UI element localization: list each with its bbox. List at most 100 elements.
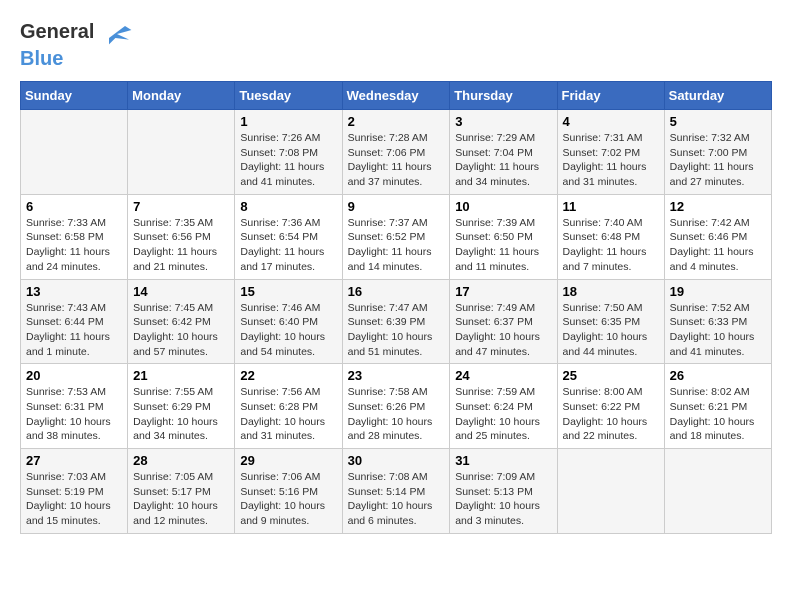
week-row-4: 20 Sunrise: 7:53 AM Sunset: 6:31 PM Dayli… xyxy=(21,364,772,449)
calendar-cell: 2 Sunrise: 7:28 AM Sunset: 7:06 PM Daylig… xyxy=(342,110,450,195)
day-number: 15 xyxy=(240,284,336,299)
calendar-cell: 25Sunrise: 8:00 AM Sunset: 6:22 PM Dayli… xyxy=(557,364,664,449)
day-info: Sunrise: 7:47 AM Sunset: 6:39 PM Dayligh… xyxy=(348,301,445,360)
day-info: Sunrise: 7:46 AM Sunset: 6:40 PM Dayligh… xyxy=(240,301,336,360)
day-header-saturday: Saturday xyxy=(664,82,771,110)
day-info: Sunrise: 7:50 AM Sunset: 6:35 PM Dayligh… xyxy=(563,301,659,360)
calendar-cell xyxy=(664,449,771,534)
day-info: Sunrise: 7:37 AM Sunset: 6:52 PM Dayligh… xyxy=(348,216,445,275)
day-number: 6 xyxy=(26,199,122,214)
calendar-cell xyxy=(21,110,128,195)
calendar-cell: 30 Sunrise: 7:08 AM Sunset: 5:14 PM Dayli… xyxy=(342,449,450,534)
day-info: Sunrise: 7:35 AM Sunset: 6:56 PM Dayligh… xyxy=(133,216,229,275)
day-number: 31 xyxy=(455,453,551,468)
calendar-cell: 9 Sunrise: 7:37 AM Sunset: 6:52 PM Daylig… xyxy=(342,194,450,279)
calendar-cell: 12 Sunrise: 7:42 AM Sunset: 6:46 PM Dayli… xyxy=(664,194,771,279)
day-info: Sunrise: 7:59 AM Sunset: 6:24 PM Dayligh… xyxy=(455,385,551,444)
day-number: 7 xyxy=(133,199,229,214)
calendar-cell: 31 Sunrise: 7:09 AM Sunset: 5:13 PM Dayli… xyxy=(450,449,557,534)
day-header-friday: Friday xyxy=(557,82,664,110)
day-number: 9 xyxy=(348,199,445,214)
day-info: Sunrise: 7:09 AM Sunset: 5:13 PM Dayligh… xyxy=(455,470,551,529)
day-header-sunday: Sunday xyxy=(21,82,128,110)
day-info: Sunrise: 7:56 AM Sunset: 6:28 PM Dayligh… xyxy=(240,385,336,444)
day-number: 2 xyxy=(348,114,445,129)
calendar-cell: 6Sunrise: 7:33 AM Sunset: 6:58 PM Daylig… xyxy=(21,194,128,279)
calendar-cell: 1 Sunrise: 7:26 AM Sunset: 7:08 PM Daylig… xyxy=(235,110,342,195)
day-number: 14 xyxy=(133,284,229,299)
calendar-cell: 19Sunrise: 7:52 AM Sunset: 6:33 PM Dayli… xyxy=(664,279,771,364)
calendar-cell: 18 Sunrise: 7:50 AM Sunset: 6:35 PM Dayli… xyxy=(557,279,664,364)
day-number: 1 xyxy=(240,114,336,129)
calendar-cell: 27 Sunrise: 7:03 AM Sunset: 5:19 PM Dayli… xyxy=(21,449,128,534)
day-info: Sunrise: 7:45 AM Sunset: 6:42 PM Dayligh… xyxy=(133,301,229,360)
day-info: Sunrise: 7:52 AM Sunset: 6:33 PM Dayligh… xyxy=(670,301,766,360)
day-info: Sunrise: 7:58 AM Sunset: 6:26 PM Dayligh… xyxy=(348,385,445,444)
day-info: Sunrise: 8:02 AM Sunset: 6:21 PM Dayligh… xyxy=(670,385,766,444)
calendar-cell xyxy=(128,110,235,195)
day-number: 18 xyxy=(563,284,659,299)
day-header-tuesday: Tuesday xyxy=(235,82,342,110)
calendar-cell: 17 Sunrise: 7:49 AM Sunset: 6:37 PM Dayli… xyxy=(450,279,557,364)
calendar-cell: 15 Sunrise: 7:46 AM Sunset: 6:40 PM Dayli… xyxy=(235,279,342,364)
calendar-cell: 23 Sunrise: 7:58 AM Sunset: 6:26 PM Dayli… xyxy=(342,364,450,449)
day-number: 17 xyxy=(455,284,551,299)
day-number: 5 xyxy=(670,114,766,129)
day-header-monday: Monday xyxy=(128,82,235,110)
day-info: Sunrise: 7:36 AM Sunset: 6:54 PM Dayligh… xyxy=(240,216,336,275)
day-header-wednesday: Wednesday xyxy=(342,82,450,110)
day-info: Sunrise: 7:26 AM Sunset: 7:08 PM Dayligh… xyxy=(240,131,336,190)
day-info: Sunrise: 8:00 AM Sunset: 6:22 PM Dayligh… xyxy=(563,385,659,444)
calendar-cell: 4 Sunrise: 7:31 AM Sunset: 7:02 PM Daylig… xyxy=(557,110,664,195)
calendar-cell xyxy=(557,449,664,534)
calendar-cell: 8 Sunrise: 7:36 AM Sunset: 6:54 PM Daylig… xyxy=(235,194,342,279)
day-info: Sunrise: 7:28 AM Sunset: 7:06 PM Dayligh… xyxy=(348,131,445,190)
day-number: 3 xyxy=(455,114,551,129)
day-number: 24 xyxy=(455,368,551,383)
logo-blue: Blue xyxy=(20,48,63,70)
day-info: Sunrise: 7:43 AM Sunset: 6:44 PM Dayligh… xyxy=(26,301,122,360)
day-info: Sunrise: 7:08 AM Sunset: 5:14 PM Dayligh… xyxy=(348,470,445,529)
calendar-cell: 28Sunrise: 7:05 AM Sunset: 5:17 PM Dayli… xyxy=(128,449,235,534)
day-number: 26 xyxy=(670,368,766,383)
logo: General Blue xyxy=(20,20,133,71)
day-number: 13 xyxy=(26,284,122,299)
week-row-3: 13 Sunrise: 7:43 AM Sunset: 6:44 PM Dayli… xyxy=(21,279,772,364)
day-info: Sunrise: 7:03 AM Sunset: 5:19 PM Dayligh… xyxy=(26,470,122,529)
logo-text: General Blue xyxy=(20,20,133,71)
day-header-thursday: Thursday xyxy=(450,82,557,110)
day-number: 27 xyxy=(26,453,122,468)
day-number: 23 xyxy=(348,368,445,383)
day-info: Sunrise: 7:49 AM Sunset: 6:37 PM Dayligh… xyxy=(455,301,551,360)
day-info: Sunrise: 7:40 AM Sunset: 6:48 PM Dayligh… xyxy=(563,216,659,275)
calendar-cell: 5 Sunrise: 7:32 AM Sunset: 7:00 PM Daylig… xyxy=(664,110,771,195)
calendar-cell: 20 Sunrise: 7:53 AM Sunset: 6:31 PM Dayli… xyxy=(21,364,128,449)
calendar-cell: 16Sunrise: 7:47 AM Sunset: 6:39 PM Dayli… xyxy=(342,279,450,364)
day-number: 29 xyxy=(240,453,336,468)
day-number: 22 xyxy=(240,368,336,383)
day-number: 21 xyxy=(133,368,229,383)
day-number: 28 xyxy=(133,453,229,468)
calendar-cell: 14 Sunrise: 7:45 AM Sunset: 6:42 PM Dayli… xyxy=(128,279,235,364)
day-number: 10 xyxy=(455,199,551,214)
day-number: 12 xyxy=(670,199,766,214)
day-number: 8 xyxy=(240,199,336,214)
calendar-cell: 22 Sunrise: 7:56 AM Sunset: 6:28 PM Dayli… xyxy=(235,364,342,449)
logo-general: General xyxy=(20,21,94,43)
calendar-cell: 21Sunrise: 7:55 AM Sunset: 6:29 PM Dayli… xyxy=(128,364,235,449)
day-info: Sunrise: 7:31 AM Sunset: 7:02 PM Dayligh… xyxy=(563,131,659,190)
week-row-1: 1 Sunrise: 7:26 AM Sunset: 7:08 PM Daylig… xyxy=(21,110,772,195)
calendar-cell: 7 Sunrise: 7:35 AM Sunset: 6:56 PM Daylig… xyxy=(128,194,235,279)
day-info: Sunrise: 7:42 AM Sunset: 6:46 PM Dayligh… xyxy=(670,216,766,275)
calendar-cell: 11 Sunrise: 7:40 AM Sunset: 6:48 PM Dayli… xyxy=(557,194,664,279)
day-number: 20 xyxy=(26,368,122,383)
calendar-header-row: SundayMondayTuesdayWednesdayThursdayFrid… xyxy=(21,82,772,110)
calendar-cell: 10Sunrise: 7:39 AM Sunset: 6:50 PM Dayli… xyxy=(450,194,557,279)
week-row-5: 27 Sunrise: 7:03 AM Sunset: 5:19 PM Dayli… xyxy=(21,449,772,534)
day-number: 30 xyxy=(348,453,445,468)
day-info: Sunrise: 7:32 AM Sunset: 7:00 PM Dayligh… xyxy=(670,131,766,190)
day-info: Sunrise: 7:53 AM Sunset: 6:31 PM Dayligh… xyxy=(26,385,122,444)
calendar-cell: 29Sunrise: 7:06 AM Sunset: 5:16 PM Dayli… xyxy=(235,449,342,534)
day-number: 4 xyxy=(563,114,659,129)
day-number: 11 xyxy=(563,199,659,214)
